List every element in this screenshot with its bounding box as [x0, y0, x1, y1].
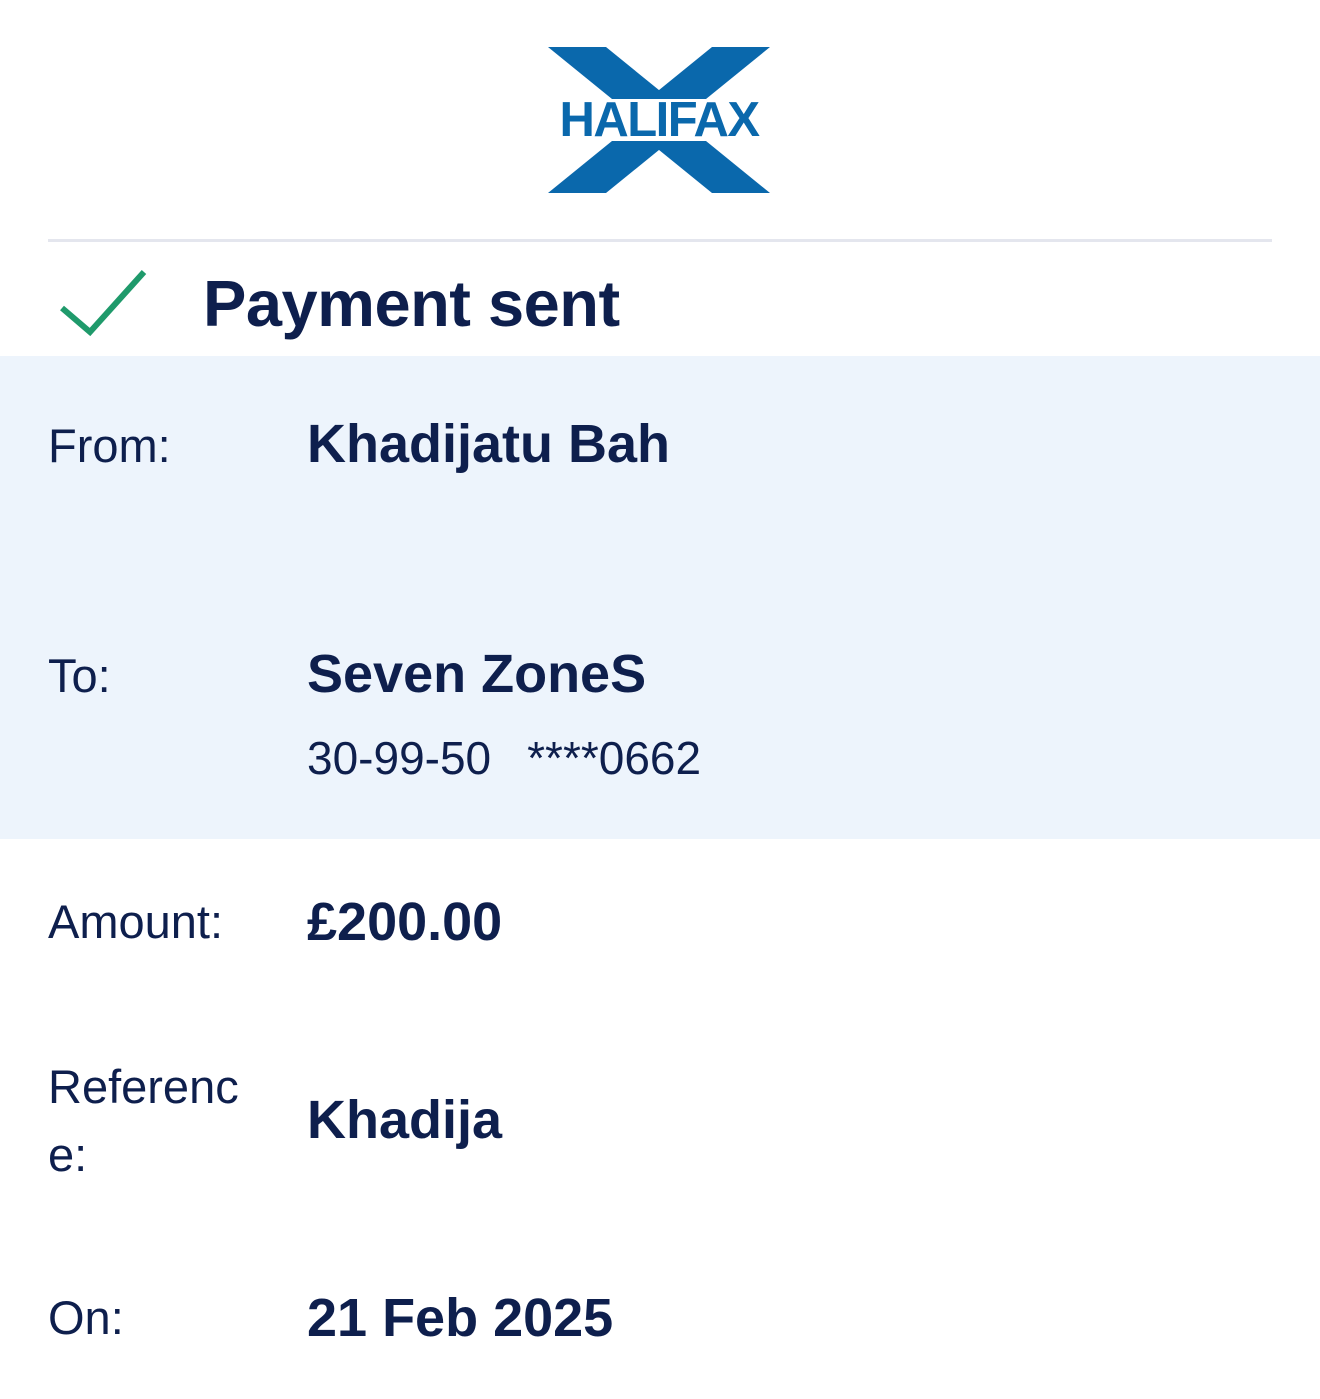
- to-value: Seven ZoneS: [307, 644, 647, 704]
- from-value: Khadijatu Bah: [307, 414, 671, 474]
- account-number: ****0662: [527, 732, 702, 784]
- reference-label: Reference:: [48, 1060, 239, 1181]
- to-label: To:: [48, 649, 111, 702]
- halifax-logo: HALIFAX: [548, 47, 770, 193]
- date-value: 21 Feb 2025: [307, 1288, 614, 1348]
- sort-code: 30-99-50: [307, 732, 492, 784]
- amount-label: Amount:: [48, 895, 224, 948]
- payment-status-title: Payment sent: [203, 267, 620, 340]
- reference-value: Khadija: [307, 1090, 503, 1150]
- from-label: From:: [48, 419, 171, 472]
- to-account-details: 30-99-50 ****0662: [307, 728, 701, 788]
- halifax-logo-text: HALIFAX: [559, 93, 760, 147]
- amount-value: £200.00: [307, 892, 503, 952]
- payment-confirmation-page: HALIFAX Payment sent From: Khadijatu Bah…: [0, 0, 1320, 1399]
- payment-status: Payment sent: [0, 242, 1320, 356]
- check-icon: [60, 269, 147, 337]
- date-label: On:: [48, 1291, 124, 1344]
